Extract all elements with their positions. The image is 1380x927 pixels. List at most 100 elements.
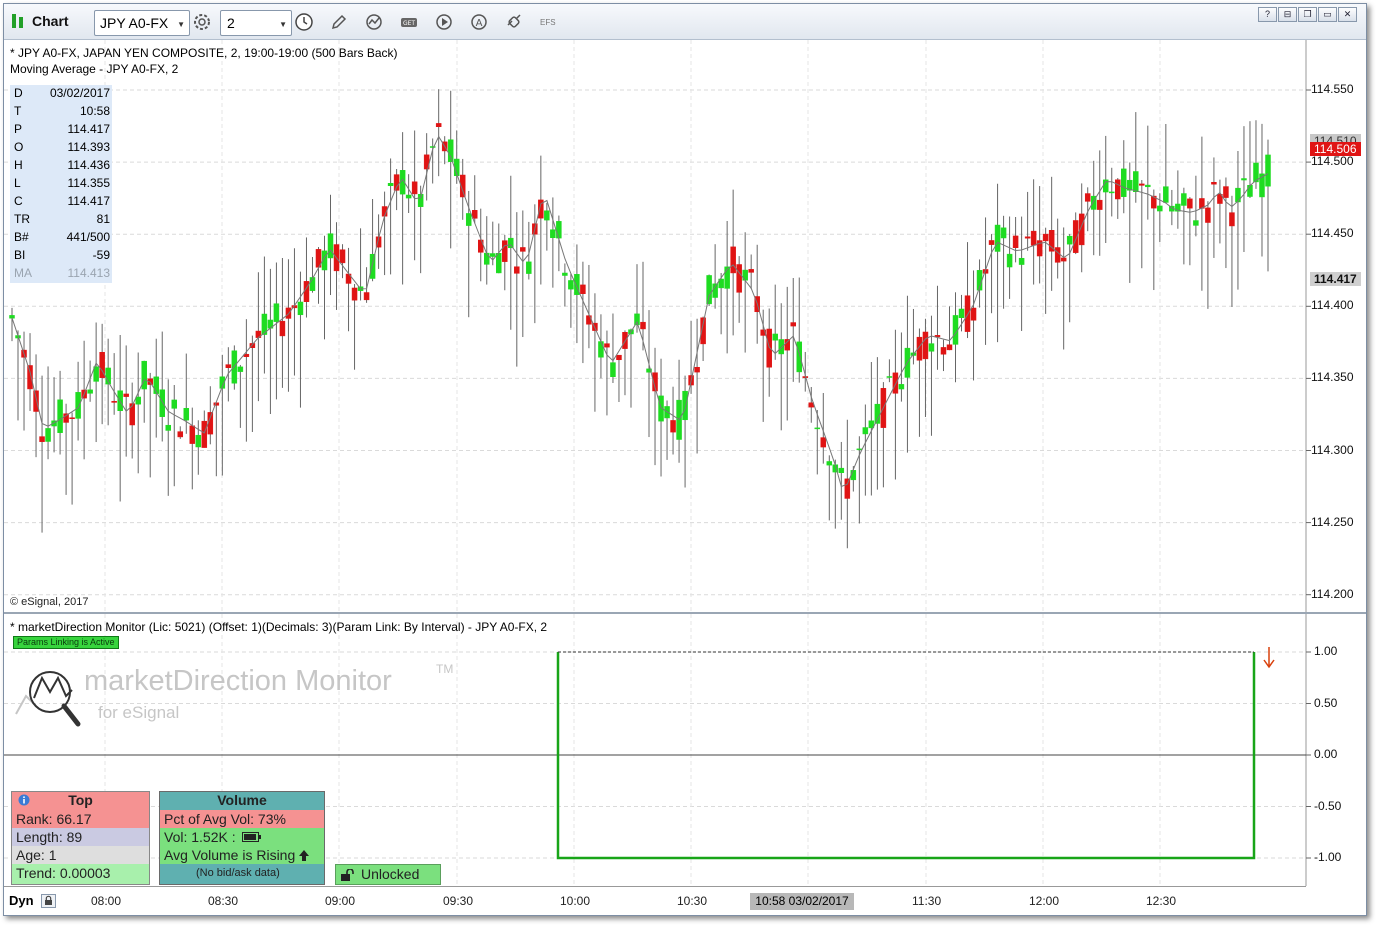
top-panel-title: Top	[68, 792, 93, 808]
pct-avg-vol-row: Pct of Avg Vol: 73%	[160, 810, 324, 828]
rank-value: Rank: 66.17	[16, 811, 92, 827]
candle-body	[964, 295, 971, 332]
data-window-row: T 10:58	[12, 103, 110, 121]
chart-toolbar: Chart JPY A0-FX ▼ 2 ▼ GET A EFS ? ⊟ ❐ ▭ …	[4, 4, 1366, 40]
candle-body	[135, 396, 141, 405]
data-window: D 03/02/2017 T 10:58 P 114.417 O 114.393 H 114.43…	[10, 85, 112, 283]
candle-body	[766, 328, 772, 368]
help-button[interactable]: ?	[1258, 7, 1277, 22]
data-window-value: 114.436	[67, 158, 111, 172]
bidask-row: (No bid/ask data)	[160, 864, 324, 884]
lock-icon[interactable]	[41, 894, 56, 908]
clock-icon[interactable]	[293, 11, 315, 33]
indicator-tick-label: 1.00	[1314, 644, 1338, 658]
candle-body	[610, 362, 616, 378]
candle-body	[387, 183, 394, 186]
candle-body	[273, 303, 280, 322]
candle-body	[1193, 220, 1199, 226]
candle-body	[1163, 186, 1169, 203]
indicator-tick-label: 0.50	[1314, 695, 1338, 710]
candle-body	[351, 287, 358, 301]
cursor-price-box: 114.417	[1310, 272, 1361, 286]
price-tick-label: 114.550	[1311, 82, 1354, 96]
indicator-tick-label: -1.00	[1314, 850, 1342, 864]
price-chart[interactable]	[4, 40, 1366, 612]
bidask-text: (No bid/ask data)	[196, 867, 280, 879]
data-window-key: B#	[14, 230, 29, 244]
close-button[interactable]: ✕	[1338, 7, 1357, 22]
data-window-key: MA	[14, 266, 32, 280]
candle-body	[1247, 185, 1253, 197]
candle-body	[123, 393, 129, 397]
play-icon[interactable]	[435, 13, 453, 31]
pencil-icon[interactable]	[330, 13, 348, 31]
get-icon[interactable]: GET	[400, 13, 418, 31]
candle-body	[502, 240, 508, 262]
candle-body	[471, 210, 478, 219]
trend-row: Trend: 0.00003	[12, 864, 149, 884]
svg-text:A: A	[476, 18, 483, 29]
candle-body	[1066, 235, 1073, 245]
data-window-key: D	[14, 86, 23, 100]
info-icon[interactable]	[18, 794, 30, 806]
candle-body	[165, 424, 171, 431]
candle-body	[484, 252, 490, 265]
volume-panel: Volume Pct of Avg Vol: 73% Vol: 1.52K : …	[159, 791, 325, 885]
dyn-label: Dyn	[9, 893, 34, 908]
chevron-down-icon[interactable]: ▼	[177, 20, 185, 29]
params-linking-badge: Params Linking is Active	[13, 636, 119, 649]
data-window-key: H	[14, 158, 23, 172]
candle-body	[1084, 193, 1091, 202]
data-window-value: 441/500	[66, 230, 110, 244]
vol-value: Vol: 1.52K :	[164, 829, 236, 845]
price-gridlines	[4, 40, 1311, 612]
candle-body	[796, 341, 803, 373]
study-legend: Moving Average - JPY A0-FX, 2	[10, 62, 179, 76]
interval-input[interactable]: 2 ▼	[220, 10, 292, 36]
data-window-value: 114.413	[67, 266, 111, 280]
trend-value: Trend: 0.00003	[16, 865, 111, 881]
data-window-row: TR 81	[12, 211, 110, 229]
price-tick-label: 114.200	[1311, 586, 1354, 601]
candle-body	[790, 322, 796, 327]
unlocked-label: Unlocked	[361, 866, 420, 882]
candle-body	[1054, 247, 1061, 263]
data-window-key: TR	[14, 212, 30, 226]
data-window-value: 10:58	[79, 104, 110, 118]
candle-body	[922, 331, 929, 360]
link-icon[interactable]	[505, 13, 523, 31]
candle-body	[327, 233, 334, 259]
data-window-key: C	[14, 194, 23, 208]
candle-body	[159, 389, 165, 417]
tile-button[interactable]: ⊟	[1278, 7, 1297, 22]
time-tick-label: 12:30	[1146, 894, 1177, 908]
gear-icon[interactable]	[192, 12, 212, 32]
data-window-row: O 114.393	[12, 139, 110, 157]
candle-body	[225, 364, 232, 368]
study-icon[interactable]	[365, 13, 383, 31]
maximize-button[interactable]: ▭	[1318, 7, 1337, 22]
avg-vol-rising-row: Avg Volume is Rising	[160, 846, 324, 864]
symbol-input[interactable]: JPY A0-FX ▼	[94, 10, 190, 36]
chevron-down-icon[interactable]: ▼	[279, 20, 287, 29]
candle-body	[892, 372, 899, 394]
candle-body	[814, 427, 821, 430]
candle-body	[862, 427, 869, 435]
data-window-key: O	[14, 140, 24, 154]
current-price-box: 114.506	[1310, 142, 1361, 156]
data-window-value: 81	[96, 212, 110, 226]
candle-body	[520, 247, 526, 252]
time-tick-label: 09:30	[443, 894, 474, 908]
length-value: Length: 89	[16, 829, 83, 845]
data-window-value: -59	[92, 248, 110, 262]
candle-body	[279, 320, 286, 337]
candle-body	[363, 292, 370, 301]
efs-button[interactable]: EFS	[540, 18, 558, 36]
restore-button[interactable]: ❐	[1298, 7, 1317, 22]
candle-body	[748, 269, 754, 273]
unlocked-button[interactable]: Unlocked	[335, 864, 441, 885]
length-row: Length: 89	[12, 828, 149, 846]
dyn-mode-button[interactable]: Dyn	[9, 893, 56, 908]
price-tick-label: 114.450	[1311, 226, 1354, 241]
alert-icon[interactable]: A	[470, 13, 488, 31]
